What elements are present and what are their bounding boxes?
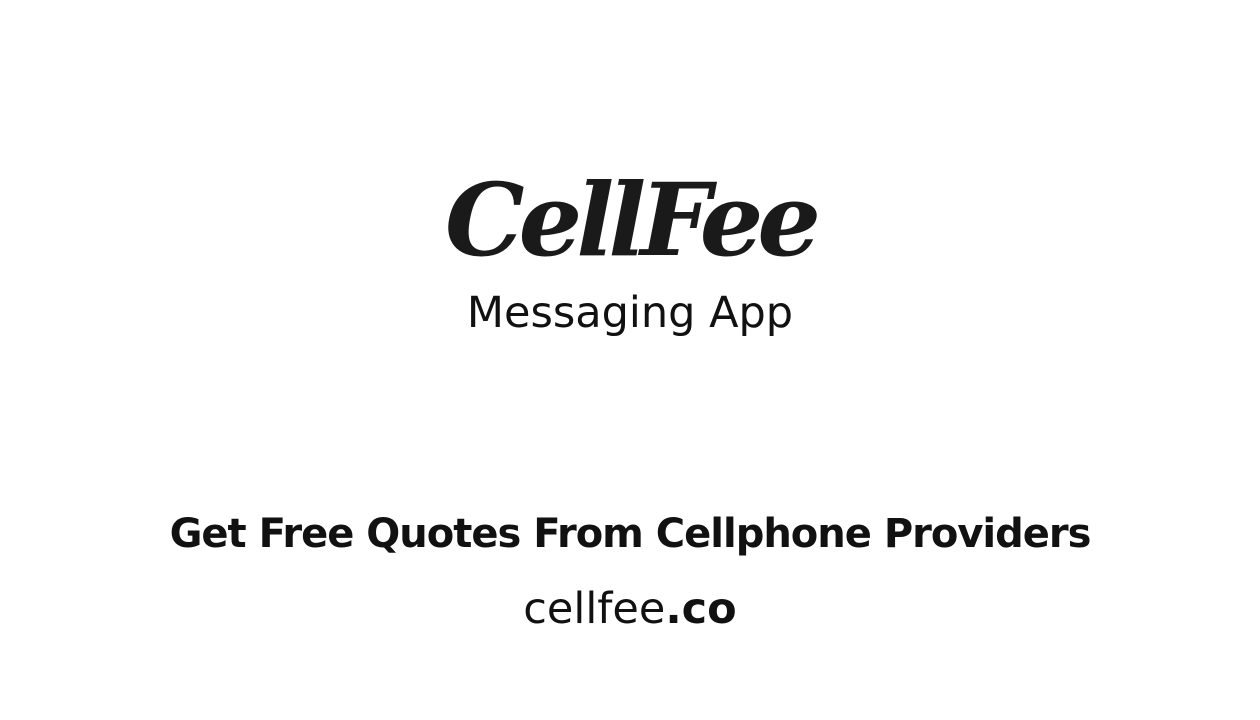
brand-logo: CellFee <box>445 161 821 279</box>
domain-tld: .co <box>665 584 737 634</box>
domain-name: cellfee <box>523 584 666 634</box>
promo-headline: Get Free Quotes From Cellphone Providers <box>169 511 1092 557</box>
app-subtitle: Messaging App <box>466 288 794 338</box>
website-domain: cellfee.co <box>0 578 1260 640</box>
